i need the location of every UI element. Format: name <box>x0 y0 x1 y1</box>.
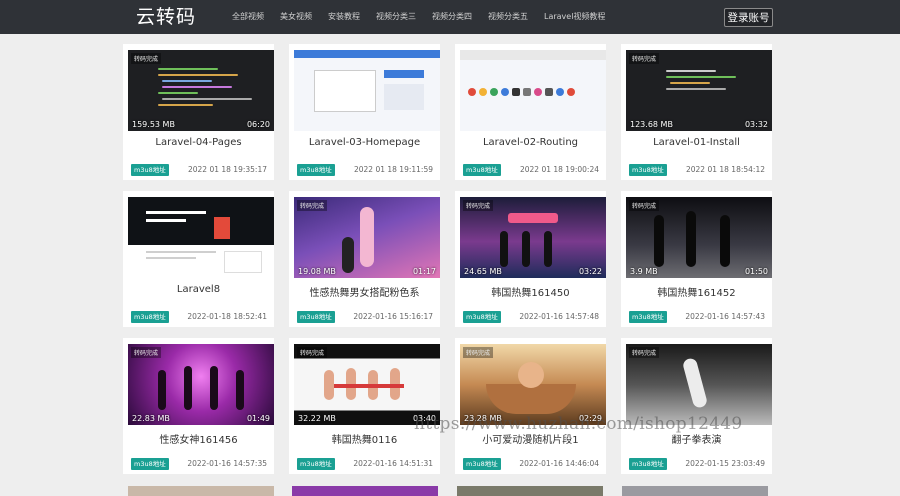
video-thumbnail[interactable]: 转码完成 <box>626 344 772 425</box>
m3u8-link-badge[interactable]: m3u8地址 <box>463 311 501 323</box>
m3u8-link-badge[interactable]: m3u8地址 <box>297 458 335 470</box>
video-grid: 转码完成 159.53 MB 06:20 Laravel-04-Pages m3… <box>123 44 773 474</box>
video-card[interactable]: Laravel8 m3u8地址 2022-01-18 18:52:41 <box>123 191 274 327</box>
video-card[interactable]: 转码完成 23.28 MB 02:29 小可爱动漫随机片段1 m3u8地址 20… <box>455 338 606 474</box>
m3u8-link-badge[interactable]: m3u8地址 <box>131 458 169 470</box>
video-card[interactable]: 转码完成 32.22 MB 03:40 韩国热舞0116 m3u8地址 2022… <box>289 338 440 474</box>
video-size: 123.68 MB <box>630 120 673 129</box>
nav-category-5[interactable]: 视频分类五 <box>480 0 536 34</box>
video-thumbnail[interactable]: 转码完成 22.83 MB 01:49 <box>128 344 274 425</box>
video-timestamp: 2022-01-16 14:46:04 <box>519 459 599 468</box>
video-timestamp: 2022 01 18 18:54:12 <box>685 165 765 174</box>
video-duration: 06:20 <box>246 120 270 129</box>
video-thumbnail-partial[interactable] <box>128 486 274 496</box>
m3u8-link-badge[interactable]: m3u8地址 <box>629 164 667 176</box>
thumb-watermark: 转码完成 <box>297 347 328 358</box>
video-timestamp: 2022 01 18 19:11:59 <box>353 165 433 174</box>
m3u8-link-badge[interactable]: m3u8地址 <box>463 458 501 470</box>
m3u8-link-badge[interactable]: m3u8地址 <box>131 164 169 176</box>
video-duration: 01:17 <box>412 267 436 276</box>
m3u8-link-badge[interactable]: m3u8地址 <box>297 311 335 323</box>
video-card[interactable]: Laravel-03-Homepage m3u8地址 2022 01 18 19… <box>289 44 440 180</box>
nav-laravel-tutorial[interactable]: Laravel视频教程 <box>536 0 613 34</box>
video-card[interactable]: 转码完成 翻子拳表演 m3u8地址 2022-01-15 23:03:49 <box>621 338 772 474</box>
video-duration: 01:50 <box>744 267 768 276</box>
video-timestamp: 2022-01-16 15:16:17 <box>353 312 433 321</box>
video-thumbnail-partial[interactable] <box>457 486 603 496</box>
video-thumbnail[interactable]: 转码完成 32.22 MB 03:40 <box>294 344 440 425</box>
nav-category-3[interactable]: 视频分类三 <box>368 0 424 34</box>
thumb-watermark: 转码完成 <box>463 200 494 211</box>
brand-logo[interactable]: 云转码 <box>136 3 196 31</box>
video-timestamp: 2022-01-15 23:03:49 <box>685 459 765 468</box>
video-title[interactable]: Laravel8 <box>123 284 274 295</box>
video-title[interactable]: Laravel-04-Pages <box>123 137 274 148</box>
nav-install-tutorial[interactable]: 安装教程 <box>320 0 368 34</box>
video-size: 22.83 MB <box>132 414 170 423</box>
thumb-watermark: 转码完成 <box>131 347 162 358</box>
m3u8-link-badge[interactable]: m3u8地址 <box>297 164 335 176</box>
video-card[interactable]: 转码完成 3.9 MB 01:50 韩国热舞161452 m3u8地址 2022… <box>621 191 772 327</box>
video-thumbnail[interactable]: 转码完成 123.68 MB 03:32 <box>626 50 772 131</box>
video-title[interactable]: Laravel-01-Install <box>621 137 772 148</box>
video-thumbnail[interactable]: 转码完成 159.53 MB 06:20 <box>128 50 274 131</box>
thumb-watermark: 转码完成 <box>629 200 660 211</box>
video-size: 3.9 MB <box>630 267 658 276</box>
nav-category-4[interactable]: 视频分类四 <box>424 0 480 34</box>
video-card[interactable]: 转码完成 19.08 MB 01:17 性感热舞男女搭配粉色系 m3u8地址 2… <box>289 191 440 327</box>
video-duration: 03:32 <box>744 120 768 129</box>
video-size: 19.08 MB <box>298 267 336 276</box>
nav-beauty-videos[interactable]: 美女视频 <box>272 0 320 34</box>
video-timestamp: 2022 01 18 19:00:24 <box>519 165 599 174</box>
video-timestamp: 2022-01-16 14:57:48 <box>519 312 599 321</box>
video-title[interactable]: 性感女神161456 <box>123 431 274 446</box>
m3u8-link-badge[interactable]: m3u8地址 <box>463 164 501 176</box>
nav-all-videos[interactable]: 全部视频 <box>224 0 272 34</box>
video-size: 32.22 MB <box>298 414 336 423</box>
video-thumbnail[interactable]: 转码完成 23.28 MB 02:29 <box>460 344 606 425</box>
video-card[interactable]: Laravel-02-Routing m3u8地址 2022 01 18 19:… <box>455 44 606 180</box>
video-timestamp: 2022 01 18 19:35:17 <box>187 165 267 174</box>
video-title[interactable]: Laravel-03-Homepage <box>289 137 440 148</box>
video-title[interactable]: 韩国热舞161450 <box>455 284 606 299</box>
video-thumbnail[interactable]: 转码完成 19.08 MB 01:17 <box>294 197 440 278</box>
thumb-watermark: 转码完成 <box>463 347 494 358</box>
video-thumbnail[interactable]: 转码完成 24.65 MB 03:22 <box>460 197 606 278</box>
video-thumbnail-partial[interactable] <box>292 486 438 496</box>
video-card[interactable]: 转码完成 159.53 MB 06:20 Laravel-04-Pages m3… <box>123 44 274 180</box>
thumb-watermark: 转码完成 <box>629 53 660 64</box>
video-thumbnail[interactable] <box>128 197 274 278</box>
m3u8-link-badge[interactable]: m3u8地址 <box>629 458 667 470</box>
video-size: 24.65 MB <box>464 267 502 276</box>
video-timestamp: 2022-01-16 14:57:35 <box>187 459 267 468</box>
video-thumbnail[interactable]: 转码完成 3.9 MB 01:50 <box>626 197 772 278</box>
thumb-watermark: 转码完成 <box>297 200 328 211</box>
video-title[interactable]: 韩国热舞161452 <box>621 284 772 299</box>
video-timestamp: 2022-01-16 14:51:31 <box>353 459 433 468</box>
m3u8-link-badge[interactable]: m3u8地址 <box>131 311 169 323</box>
video-thumbnail[interactable] <box>460 50 606 131</box>
login-button[interactable]: 登录账号 <box>724 8 773 27</box>
video-thumbnail[interactable] <box>294 50 440 131</box>
video-title[interactable]: Laravel-02-Routing <box>455 137 606 148</box>
nav-links: 全部视频 美女视频 安装教程 视频分类三 视频分类四 视频分类五 Laravel… <box>224 0 613 34</box>
video-card[interactable]: 转码完成 123.68 MB 03:32 Laravel-01-Install … <box>621 44 772 180</box>
video-title[interactable]: 性感热舞男女搭配粉色系 <box>289 284 440 299</box>
video-card[interactable]: 转码完成 22.83 MB 01:49 性感女神161456 m3u8地址 20… <box>123 338 274 474</box>
video-duration: 03:22 <box>578 267 602 276</box>
video-timestamp: 2022-01-16 14:57:43 <box>685 312 765 321</box>
m3u8-link-badge[interactable]: m3u8地址 <box>629 311 667 323</box>
top-navbar: 云转码 全部视频 美女视频 安装教程 视频分类三 视频分类四 视频分类五 Lar… <box>0 0 900 34</box>
thumb-watermark: 转码完成 <box>629 347 660 358</box>
video-card[interactable]: 转码完成 24.65 MB 03:22 韩国热舞161450 m3u8地址 20… <box>455 191 606 327</box>
video-duration: 01:49 <box>246 414 270 423</box>
video-thumbnail-partial[interactable] <box>622 486 768 496</box>
thumb-watermark: 转码完成 <box>131 53 162 64</box>
video-size: 159.53 MB <box>132 120 175 129</box>
site-watermark-overlay: https://www.huzhan.com/ishop12449 <box>414 414 743 434</box>
video-timestamp: 2022-01-18 18:52:41 <box>187 312 267 321</box>
